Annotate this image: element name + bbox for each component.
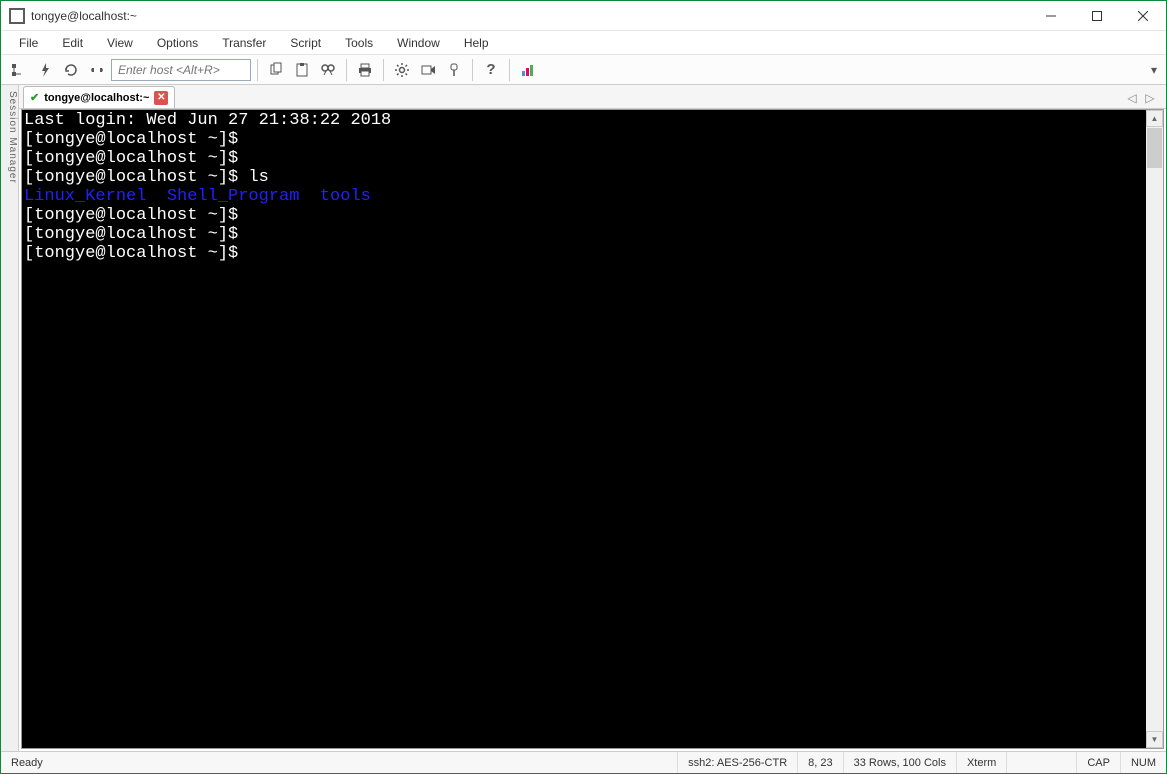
menu-file[interactable]: File <box>9 34 48 52</box>
terminal-line: [tongye@localhost ~]$ <box>24 149 1144 168</box>
status-term: Xterm <box>957 752 1007 773</box>
toolbar-separator <box>383 59 384 81</box>
session-tab[interactable]: ✔ tongye@localhost:~ ✕ <box>23 86 175 108</box>
status-size: 33 Rows, 100 Cols <box>844 752 957 773</box>
scroll-thumb[interactable] <box>1147 128 1162 168</box>
menu-bar: File Edit View Options Transfer Script T… <box>1 31 1166 55</box>
session-manager-icon[interactable] <box>7 58 31 82</box>
toolbar-separator <box>257 59 258 81</box>
print-icon[interactable] <box>353 58 377 82</box>
keymap-icon[interactable] <box>442 58 466 82</box>
app-icon <box>9 8 25 24</box>
status-ready: Ready <box>1 752 678 773</box>
help-icon[interactable]: ? <box>479 58 503 82</box>
terminal-line: [tongye@localhost ~]$ <box>24 206 1144 225</box>
terminal-line: [tongye@localhost ~]$ <box>24 244 1144 263</box>
tab-nav: ◁ ▷ <box>1120 88 1162 108</box>
terminal-line: [tongye@localhost ~]$ <box>24 130 1144 149</box>
menu-tools[interactable]: Tools <box>335 34 383 52</box>
terminal-container: Last login: Wed Jun 27 21:38:22 2018[ton… <box>21 109 1164 749</box>
scroll-up-icon[interactable]: ▲ <box>1146 110 1163 127</box>
status-cursor: 8, 23 <box>798 752 843 773</box>
status-protocol: ssh2: AES-256-CTR <box>678 752 798 773</box>
status-bar: Ready ssh2: AES-256-CTR 8, 23 33 Rows, 1… <box>1 751 1166 773</box>
toolbar-overflow-icon[interactable]: ▾ <box>1148 58 1160 82</box>
window-title: tongye@localhost:~ <box>31 9 1028 23</box>
menu-window[interactable]: Window <box>387 34 450 52</box>
tab-prev-icon[interactable]: ◁ <box>1124 90 1140 106</box>
main-area: Session Manager ✔ tongye@localhost:~ ✕ ◁… <box>1 85 1166 751</box>
tab-label: tongye@localhost:~ <box>44 92 149 104</box>
toolbar-separator <box>472 59 473 81</box>
reconnect-icon[interactable] <box>59 58 83 82</box>
copy-icon[interactable] <box>264 58 288 82</box>
minimize-button[interactable] <box>1028 1 1074 30</box>
session-manager-panel[interactable]: Session Manager <box>1 85 19 751</box>
chart-icon[interactable] <box>516 58 540 82</box>
terminal-line: [tongye@localhost ~]$ <box>24 225 1144 244</box>
find-icon[interactable] <box>316 58 340 82</box>
menu-transfer[interactable]: Transfer <box>212 34 276 52</box>
window-controls <box>1028 1 1166 30</box>
terminal-ls-output: Linux_Kernel Shell_Program tools <box>24 187 1144 206</box>
connected-check-icon: ✔ <box>30 91 39 104</box>
menu-script[interactable]: Script <box>280 34 331 52</box>
paste-icon[interactable] <box>290 58 314 82</box>
tab-bar: ✔ tongye@localhost:~ ✕ ◁ ▷ <box>19 85 1166 109</box>
terminal-scrollbar[interactable]: ▲ ▼ <box>1146 110 1163 748</box>
toolbar-separator <box>346 59 347 81</box>
tab-next-icon[interactable]: ▷ <box>1142 90 1158 106</box>
title-bar: tongye@localhost:~ <box>1 1 1166 31</box>
maximize-button[interactable] <box>1074 1 1120 30</box>
disconnect-icon[interactable] <box>85 58 109 82</box>
settings-icon[interactable] <box>390 58 414 82</box>
record-icon[interactable] <box>416 58 440 82</box>
toolbar: ? ▾ <box>1 55 1166 85</box>
scroll-track[interactable] <box>1146 127 1163 731</box>
toolbar-separator <box>509 59 510 81</box>
terminal-line: [tongye@localhost ~]$ ls <box>24 168 1144 187</box>
close-button[interactable] <box>1120 1 1166 30</box>
scroll-down-icon[interactable]: ▼ <box>1146 731 1163 748</box>
menu-help[interactable]: Help <box>454 34 499 52</box>
status-num: NUM <box>1121 752 1166 773</box>
tab-close-icon[interactable]: ✕ <box>154 91 168 105</box>
host-input[interactable] <box>111 59 251 81</box>
terminal-line: Last login: Wed Jun 27 21:38:22 2018 <box>24 111 1144 130</box>
menu-view[interactable]: View <box>97 34 143 52</box>
terminal[interactable]: Last login: Wed Jun 27 21:38:22 2018[ton… <box>22 110 1146 748</box>
menu-edit[interactable]: Edit <box>52 34 93 52</box>
tab-area: ✔ tongye@localhost:~ ✕ ◁ ▷ Last login: W… <box>19 85 1166 751</box>
menu-options[interactable]: Options <box>147 34 208 52</box>
status-caps: CAP <box>1077 752 1121 773</box>
quick-connect-icon[interactable] <box>33 58 57 82</box>
status-spacer <box>1007 752 1077 773</box>
